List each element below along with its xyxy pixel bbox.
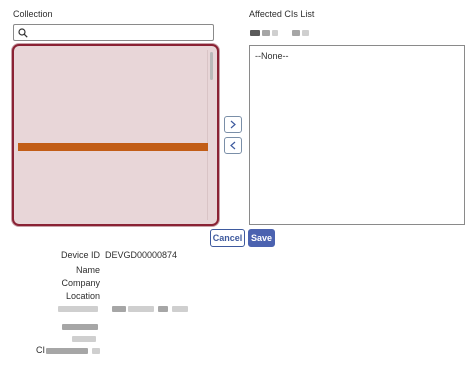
redacted-value [92, 348, 100, 354]
redacted-label [62, 324, 98, 330]
chevron-right-icon [230, 120, 236, 129]
collection-label: Collection [13, 9, 53, 19]
redacted-value [112, 306, 126, 312]
affected-cis-list[interactable]: --None-- [249, 45, 465, 225]
name-label: Name [75, 265, 100, 275]
redacted-value [46, 348, 88, 354]
device-id-label: Device ID [60, 250, 100, 260]
save-button[interactable]: Save [248, 229, 275, 247]
redacted-text [292, 30, 300, 36]
collection-search-input[interactable] [13, 24, 214, 41]
redacted-text [250, 30, 260, 36]
redacted-label [58, 306, 98, 312]
add-to-list-button[interactable] [224, 116, 242, 133]
collection-list[interactable] [12, 44, 219, 226]
affected-cis-label: Affected CIs List [249, 9, 315, 19]
collection-selected-item[interactable] [18, 143, 208, 151]
redacted-value [128, 306, 154, 312]
collection-scroll-thumb[interactable] [210, 52, 213, 80]
location-label: Location [65, 291, 100, 301]
redacted-text [302, 30, 309, 36]
ci-label: CI [36, 345, 45, 355]
redacted-text [262, 30, 270, 36]
redacted-value [158, 306, 168, 312]
remove-from-list-button[interactable] [224, 137, 242, 154]
redacted-value [172, 306, 188, 312]
cancel-button[interactable]: Cancel [210, 229, 245, 247]
redacted-label [72, 336, 96, 342]
redacted-text [272, 30, 278, 36]
company-label: Company [61, 278, 100, 288]
device-id-value: DEVGD00000874 [105, 250, 178, 260]
search-icon [18, 28, 28, 38]
chevron-left-icon [230, 141, 236, 150]
list-item-none[interactable]: --None-- [255, 51, 289, 61]
